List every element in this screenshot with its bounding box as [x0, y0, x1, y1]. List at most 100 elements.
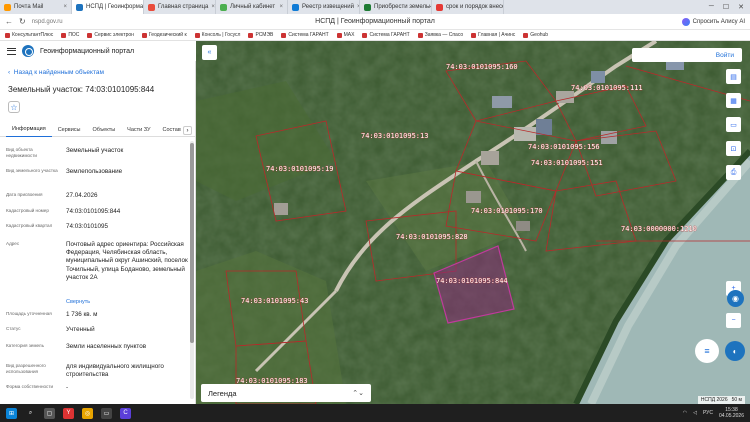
bookmark-item[interactable]: Сервис электрон: [87, 32, 134, 38]
browser-tab-bar: Почта Mail×НСПД | Геоинформационный п×Гл…: [0, 0, 750, 14]
search-area-tool-button[interactable]: ⊡: [726, 141, 741, 156]
attribute-label: Кадастровый квартал: [6, 223, 53, 228]
cadastral-number-label[interactable]: 74:03:0101095:111: [571, 84, 643, 93]
print-tool-button[interactable]: ⎙: [726, 165, 741, 180]
bookmark-icon: [5, 32, 10, 38]
browser-tab[interactable]: Главная страница ×: [144, 0, 216, 14]
tab-favicon-icon: [220, 3, 227, 11]
measure-tool-button[interactable]: ▭: [726, 117, 741, 132]
volume-icon[interactable]: ◁: [693, 410, 697, 416]
cadastral-number-label[interactable]: 74:03:0101095:160: [446, 63, 518, 72]
back-to-results-link[interactable]: ‹ Назад к найденным объектам: [8, 69, 104, 76]
wifi-icon[interactable]: ◠: [683, 410, 687, 416]
bookmark-icon: [248, 32, 254, 38]
close-tab-icon[interactable]: ×: [211, 4, 215, 10]
assistant-button[interactable]: ≡: [695, 339, 719, 363]
scrollbar-thumb[interactable]: [190, 143, 194, 343]
browser-tab[interactable]: Приобрести земельный×: [360, 0, 432, 14]
clock[interactable]: 15:38 04.05.2026: [719, 407, 744, 419]
bookmark-item[interactable]: КонсультантПлюс: [5, 32, 53, 38]
tab-info[interactable]: Информация: [6, 123, 52, 137]
maximize-icon[interactable]: ☐: [723, 3, 729, 11]
attribution-text: НСПД 2026: [700, 397, 728, 403]
browser-tab[interactable]: срок и порядок внесения×: [432, 0, 504, 14]
yandex-browser-icon[interactable]: Y: [63, 407, 74, 419]
info-tabs: Информация Сервисы Объекты Части ЗУ Состав ›: [0, 123, 195, 137]
layers-tool-button[interactable]: ▤: [726, 69, 741, 84]
tab-label: Личный кабинет: [230, 4, 276, 10]
bookmark-item[interactable]: Геодезический к: [141, 32, 187, 38]
bookmark-item[interactable]: Главная | Ачинс: [471, 32, 515, 38]
browser-tab[interactable]: Личный кабинет ×: [216, 0, 288, 14]
zoom-out-button[interactable]: −: [726, 313, 741, 328]
browser-tab[interactable]: Почта Mail ×: [0, 0, 72, 14]
bookmark-item[interactable]: ПОС: [61, 32, 79, 38]
attribute-value: -: [66, 384, 69, 391]
panel-scrollbar[interactable]: [190, 141, 194, 399]
bookmark-label: Система ГАРАНТ: [288, 32, 329, 38]
cadastral-number-label[interactable]: 74:03:0101095:844: [436, 277, 508, 286]
search-icon[interactable]: ⌕: [25, 408, 36, 419]
tab-favicon-icon: [4, 3, 11, 11]
tab-label: Реестр извещений: [302, 4, 354, 10]
windows-start-icon[interactable]: ⊞: [6, 407, 17, 419]
cadastral-number-label[interactable]: 74:03:0101095:13: [361, 132, 429, 141]
login-button[interactable]: Войти: [632, 48, 742, 62]
expand-icon: ⌃⌄: [352, 390, 364, 397]
bookmark-item[interactable]: Система ГАРАНТ: [281, 32, 329, 38]
attribute-value: 27.04.2026: [66, 192, 98, 199]
tab-favicon-icon: [76, 3, 83, 11]
cadastral-number-label[interactable]: 74:03:0101095:19: [266, 165, 334, 174]
bookmark-icon: [362, 32, 368, 38]
satellite-map[interactable]: 74:03:0101095:160 74:03:0101095:111 74:03:…: [196, 41, 750, 404]
cadastral-number-label[interactable]: 74:03:0101095:828: [396, 233, 468, 242]
bookmark-label: РСМЭВ: [255, 32, 274, 38]
basemap-tool-button[interactable]: ▦: [726, 93, 741, 108]
tab-objects[interactable]: Объекты: [86, 123, 121, 137]
hamburger-menu-icon[interactable]: [7, 47, 16, 55]
browser-tab[interactable]: Реестр извещений×: [288, 0, 360, 14]
map-icon: ▦: [730, 97, 737, 105]
accessibility-button[interactable]: ◐: [725, 341, 745, 361]
browser-tab[interactable]: НСПД | Геоинформационный п×: [72, 0, 144, 14]
collapse-panel-button[interactable]: «: [202, 45, 217, 60]
clock-date: 04.05.2026: [718, 413, 744, 419]
attribute-label: Адрес: [6, 241, 20, 246]
support-chat-button[interactable]: ◉: [727, 290, 744, 307]
attribute-value: Почтовый адрес ориентира: Российская Фед…: [66, 241, 188, 281]
tab-parts[interactable]: Части ЗУ: [121, 123, 156, 137]
close-window-icon[interactable]: ✕: [738, 3, 744, 11]
bookmark-item[interactable]: Система ГАРАНТ: [362, 32, 410, 38]
map-view[interactable]: 74:03:0101095:160 74:03:0101095:111 74:03:…: [196, 41, 750, 404]
bookmark-label: Главная | Ачинс: [478, 32, 516, 38]
bookmark-item[interactable]: Заявка — Спасо: [417, 32, 463, 38]
portal-logo[interactable]: [22, 45, 34, 57]
bookmark-item[interactable]: Geohub: [523, 32, 548, 38]
close-tab-icon[interactable]: ×: [63, 4, 67, 10]
bookmark-item[interactable]: Консоль | Госусл: [194, 32, 240, 38]
collapse-address-link[interactable]: Свернуть: [66, 299, 90, 305]
close-tab-icon[interactable]: ×: [279, 4, 283, 10]
tab-label: НСПД | Геоинформационный п: [86, 4, 144, 10]
legend-dropdown[interactable]: Легенда ⌃⌄: [201, 384, 371, 402]
cadastral-number-label[interactable]: 74:03:0000000:1210: [621, 225, 697, 234]
cadastral-number-label[interactable]: 74:03:0101095:156: [528, 143, 600, 152]
minimize-icon[interactable]: ─: [709, 3, 714, 11]
language-indicator[interactable]: РУС: [703, 410, 713, 416]
tab-services[interactable]: Сервисы: [52, 123, 87, 137]
chrome-icon[interactable]: ◎: [82, 407, 93, 419]
favorite-star-button[interactable]: ☆: [8, 101, 20, 113]
bookmark-item[interactable]: РСМЭВ: [248, 32, 273, 38]
bookmark-item[interactable]: MAX: [336, 32, 354, 38]
folder-icon[interactable]: ▭: [101, 407, 112, 419]
cadastral-number-label[interactable]: 74:03:0101095:151: [531, 159, 603, 168]
tab-label: срок и порядок внесения: [446, 4, 503, 10]
info-panel: ‹ Назад к найденным объектам Земельный у…: [0, 61, 196, 404]
task-view-icon[interactable]: ▢: [44, 407, 55, 419]
cadastral-number-label[interactable]: 74:03:0101095:43: [241, 297, 309, 306]
chevron-right-icon: ›: [186, 127, 189, 134]
scale-bar-label: 50 м: [731, 397, 742, 403]
app-icon[interactable]: C: [120, 407, 131, 419]
tabs-scroll-right-button[interactable]: ›: [183, 126, 192, 135]
cadastral-number-label[interactable]: 74:03:0101095:170: [471, 207, 543, 216]
